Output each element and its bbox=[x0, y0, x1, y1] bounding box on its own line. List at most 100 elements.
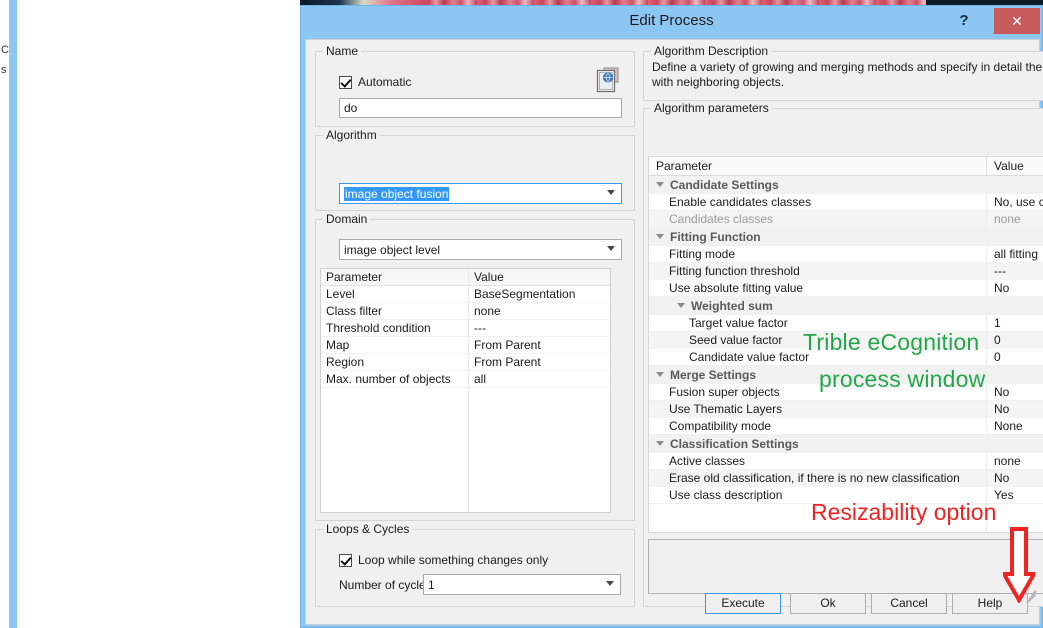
background-application-window bbox=[0, 0, 300, 628]
domain-filler-left bbox=[321, 388, 469, 512]
table-cell-value[interactable]: none bbox=[987, 211, 1043, 228]
domain-table-header: Parameter Value bbox=[321, 269, 610, 286]
name-group: Name Automatic do bbox=[315, 44, 635, 127]
collapse-triangle-icon[interactable] bbox=[656, 441, 664, 446]
automatic-checkbox-label[interactable]: Automatic bbox=[358, 75, 411, 89]
table-row[interactable]: Erase old classification, if there is no… bbox=[649, 470, 1043, 487]
table-row[interactable]: Threshold condition --- bbox=[321, 320, 610, 337]
params-col-parameter: Parameter bbox=[649, 157, 987, 175]
table-cell-value[interactable]: None bbox=[987, 418, 1043, 434]
domain-col-value: Value bbox=[474, 270, 504, 284]
algorithm-selected-value: image object fusion bbox=[344, 187, 450, 201]
table-cell-parameter: Compatibility mode bbox=[649, 418, 987, 434]
execute-button[interactable]: Execute bbox=[705, 593, 781, 614]
automatic-checkbox-row[interactable]: Automatic bbox=[339, 75, 411, 89]
domain-filler-right bbox=[469, 388, 610, 512]
table-cell-parameter: Candidates classes bbox=[649, 211, 987, 228]
close-icon[interactable]: ✕ bbox=[994, 8, 1040, 34]
domain-col-parameter: Parameter bbox=[321, 269, 469, 285]
table-cell-value[interactable]: none bbox=[987, 453, 1043, 469]
annotation-green-line-2: process window bbox=[819, 366, 986, 392]
table-cell-parameter: Fitting function threshold bbox=[649, 263, 987, 280]
parameter-group-label: Weighted sum bbox=[691, 299, 773, 313]
collapse-triangle-icon[interactable] bbox=[656, 182, 664, 187]
parameter-group-header[interactable]: Classification Settings bbox=[649, 435, 1043, 453]
table-cell-value: all bbox=[474, 372, 487, 386]
cancel-button[interactable]: Cancel bbox=[871, 593, 947, 614]
chevron-down-icon bbox=[607, 190, 615, 195]
table-cell-value[interactable]: 0 bbox=[987, 332, 1043, 349]
parameter-group-label: Classification Settings bbox=[670, 437, 799, 451]
table-cell-parameter: Map bbox=[321, 337, 469, 353]
table-row[interactable]: Use absolute fitting value No bbox=[649, 280, 1043, 297]
dialog-footer: Execute Ok Cancel Help bbox=[306, 584, 1041, 624]
table-row[interactable]: Active classes none bbox=[649, 453, 1043, 470]
table-row[interactable]: Enable candidates classesNo, use classes… bbox=[649, 194, 1043, 211]
ok-button[interactable]: Ok bbox=[790, 593, 866, 614]
table-cell-value: BaseSegmentation bbox=[474, 287, 576, 301]
parameters-table-header: Parameter Value bbox=[649, 157, 1043, 176]
automatic-checkbox[interactable] bbox=[339, 75, 352, 89]
algorithm-group: Algorithm image object fusion bbox=[315, 128, 635, 211]
table-cell-value[interactable]: No bbox=[987, 384, 1043, 400]
collapse-triangle-icon[interactable] bbox=[677, 303, 685, 308]
table-cell-value[interactable]: No, use classes from image object domain bbox=[987, 194, 1043, 210]
edit-process-dialog: Edit Process ? ✕ Name Automatic do Algor… bbox=[300, 5, 1043, 628]
table-row[interactable]: Fitting mode all fitting bbox=[649, 246, 1043, 263]
help-icon[interactable]: ? bbox=[954, 10, 974, 32]
table-cell-value[interactable]: 1 bbox=[987, 315, 1043, 331]
table-cell-parameter: Active classes bbox=[649, 453, 987, 469]
parameter-group-label: Merge Settings bbox=[670, 368, 757, 382]
parameter-group-cell: Weighted sum bbox=[649, 297, 1043, 315]
loops-group-legend: Loops & Cycles bbox=[323, 522, 413, 536]
table-row[interactable]: Map From Parent bbox=[321, 337, 610, 354]
dialog-titlebar[interactable]: Edit Process ? ✕ bbox=[301, 6, 1042, 39]
params-col-value: Value bbox=[994, 159, 1024, 173]
collapse-triangle-icon[interactable] bbox=[656, 234, 664, 239]
description-group-legend: Algorithm Description bbox=[651, 44, 772, 58]
table-cell-value[interactable]: No bbox=[987, 280, 1043, 296]
annotation-red-text: Resizability option bbox=[811, 499, 997, 525]
table-cell-value: From Parent bbox=[474, 355, 541, 369]
table-row[interactable]: Class filter none bbox=[321, 303, 610, 320]
annotation-down-arrow-icon bbox=[1000, 527, 1038, 605]
table-row[interactable]: Compatibility mode None bbox=[649, 418, 1043, 435]
loop-checkbox[interactable] bbox=[339, 553, 352, 567]
parameter-group-cell: Fitting Function bbox=[649, 228, 1043, 246]
algorithm-parameters-group: Algorithm parameters Parameter Value Can… bbox=[643, 101, 1043, 607]
table-row[interactable]: Candidates classes none bbox=[649, 211, 1043, 228]
domain-group: Domain image object level Parameter Valu… bbox=[315, 212, 635, 521]
table-row[interactable]: Use Thematic Layers No bbox=[649, 401, 1043, 418]
collapse-triangle-icon[interactable] bbox=[656, 372, 664, 377]
parameter-group-header[interactable]: Fitting Function bbox=[649, 228, 1043, 246]
annotation-green-line-1: Trible eCognition bbox=[803, 329, 980, 355]
algorithm-description-group: Algorithm Description Define a variety o… bbox=[643, 44, 1043, 101]
table-cell-parameter: Class filter bbox=[321, 303, 469, 319]
table-row[interactable]: Max. number of objects all bbox=[321, 371, 610, 388]
loop-checkbox-label[interactable]: Loop while something changes only bbox=[358, 553, 548, 567]
process-name-input[interactable]: do bbox=[339, 98, 622, 118]
document-globe-icon[interactable] bbox=[596, 67, 621, 94]
table-cell-value: none bbox=[474, 304, 501, 318]
loop-checkbox-row[interactable]: Loop while something changes only bbox=[339, 553, 548, 567]
name-group-legend: Name bbox=[323, 44, 362, 58]
domain-parameter-table[interactable]: Parameter Value Level BaseSegmentation Cla… bbox=[320, 268, 611, 513]
table-cell-value[interactable]: --- bbox=[987, 263, 1043, 280]
algorithm-select[interactable]: image object fusion bbox=[339, 183, 622, 204]
table-cell-value[interactable]: No bbox=[987, 401, 1043, 418]
parameter-group-header[interactable]: Weighted sum bbox=[649, 297, 1043, 315]
domain-selected-value: image object level bbox=[344, 243, 441, 257]
table-cell-value: --- bbox=[474, 321, 486, 335]
table-row[interactable]: Region From Parent bbox=[321, 354, 610, 371]
table-row[interactable]: Fitting function threshold --- bbox=[649, 263, 1043, 280]
parameter-group-header[interactable]: Candidate Settings bbox=[649, 176, 1043, 194]
table-row[interactable]: Level BaseSegmentation bbox=[321, 286, 610, 303]
domain-table-rows: Level BaseSegmentation Class filter none Thr… bbox=[321, 286, 610, 388]
table-cell-parameter: Use absolute fitting value bbox=[649, 280, 987, 296]
table-cell-value[interactable]: 0 bbox=[987, 349, 1043, 365]
table-cell-value[interactable]: No bbox=[987, 470, 1043, 487]
table-cell-value[interactable]: all fitting bbox=[987, 246, 1043, 262]
table-cell-parameter: Fitting mode bbox=[649, 246, 987, 262]
domain-select[interactable]: image object level bbox=[339, 239, 622, 260]
parameter-group-label: Candidate Settings bbox=[670, 178, 779, 192]
